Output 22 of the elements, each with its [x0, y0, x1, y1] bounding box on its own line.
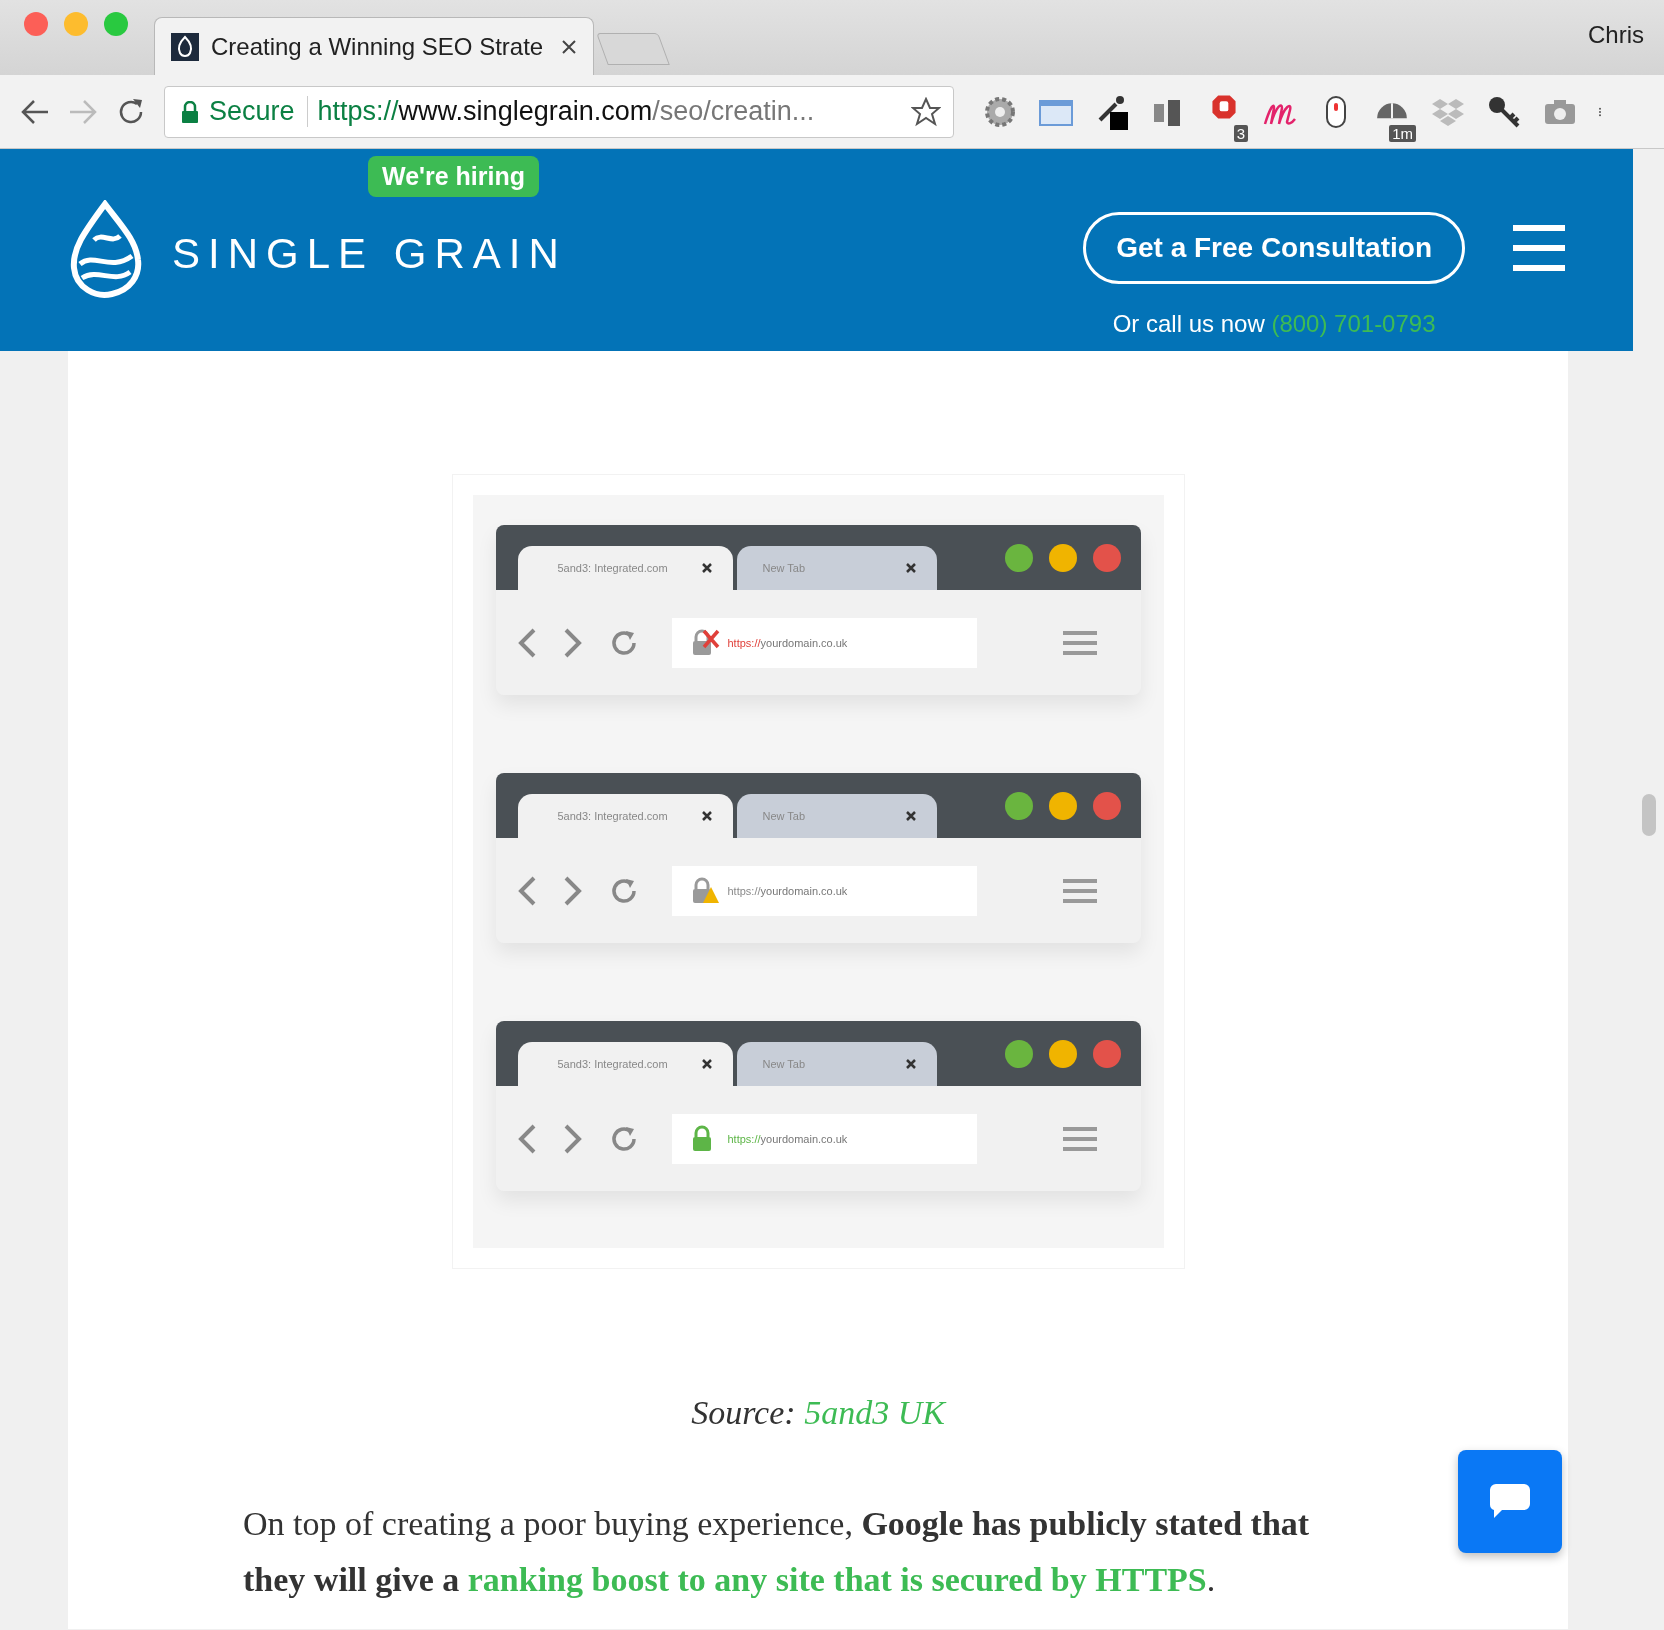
mockup-tab-title: New Tab: [762, 562, 806, 574]
tab-title: Creating a Winning SEO Strate: [211, 32, 545, 61]
consultation-button[interactable]: Get a Free Consultation: [1083, 212, 1465, 284]
mockup-tab-title: 5and3: Integrated.com: [557, 810, 668, 822]
logo-text[interactable]: SINGLE GRAIN: [172, 222, 567, 278]
mockup-tab-title: 5and3: Integrated.com: [557, 1058, 668, 1070]
paragraph: On top of creating a poor buying experience, Google has publicly stated that they will give a ranking boost to any site that is secured by HTTPS.: [243, 1504, 1311, 1600]
address-bar[interactable]: Secure https://www.singlegrain.com/seo/creatin...: [164, 85, 954, 138]
image-caption: Source: 5and3 UK: [691, 1394, 945, 1432]
url-text: https://www.singlegrain.com/seo/creatin...: [317, 96, 816, 127]
mockup-url: https://yourdomain.co.uk: [727, 1132, 848, 1145]
mockup-tab-title: New Tab: [762, 810, 806, 822]
mockup-tab-title: New Tab: [762, 1058, 806, 1070]
browser-tab[interactable]: Creating a Winning SEO Strate: [154, 17, 594, 75]
secure-label: Secure: [209, 96, 308, 127]
profile-name[interactable]: Chris: [1588, 20, 1664, 55]
mockup-tab-title: 5and3: Integrated.com: [557, 562, 668, 574]
mockup-url: https://yourdomain.co.uk: [727, 636, 848, 649]
mockup-url: https://yourdomain.co.uk: [727, 884, 848, 897]
extension-badge: 3: [1233, 124, 1248, 142]
extension-badge: 1m: [1389, 124, 1416, 142]
call-text: Or call us now (800) 701-0793: [1112, 310, 1436, 338]
